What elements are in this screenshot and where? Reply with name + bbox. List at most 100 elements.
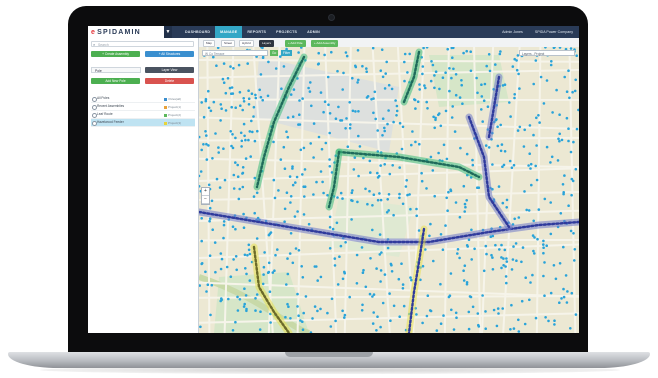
pole-marker <box>343 313 347 317</box>
pole-marker <box>358 145 362 148</box>
pole-marker <box>343 270 346 274</box>
pole-marker <box>312 156 315 159</box>
pole-marker <box>217 151 220 154</box>
map-view[interactable]: W Co Terrace Go Filter Layers - Project … <box>199 47 579 333</box>
layer-color-swatch <box>163 105 167 109</box>
map-toolbar-chip[interactable]: + Add Assembly <box>311 40 339 47</box>
pole-marker <box>491 163 494 166</box>
logo-mark-icon: e <box>91 28 97 36</box>
pole-marker <box>242 122 246 126</box>
pole-marker <box>336 283 340 286</box>
nav-tab-admin[interactable]: ADMIN <box>302 26 325 38</box>
pole-marker <box>300 265 303 268</box>
search-input[interactable]: ⌕ Search <box>91 41 194 47</box>
layer-list-item[interactable]: Leaf Route Project(2) <box>91 111 195 119</box>
pole-marker <box>374 117 377 121</box>
pole-marker <box>285 191 289 194</box>
app-logo[interactable]: e SPIDAMIN <box>88 26 164 38</box>
layer-selector[interactable]: Pole <box>91 67 141 73</box>
pole-marker <box>373 90 377 94</box>
address-search-input[interactable]: W Co Terrace <box>202 50 268 56</box>
pole-marker <box>291 167 294 170</box>
pole-marker <box>421 72 424 76</box>
nav-tab-manage[interactable]: MANAGE <box>215 26 243 38</box>
pole-marker <box>416 100 420 103</box>
filter-button[interactable]: Filter <box>281 50 293 56</box>
pole-marker <box>476 91 479 95</box>
pole-marker <box>452 67 455 71</box>
map-toolbar-chip[interactable]: Map <box>203 40 215 47</box>
pole-marker <box>503 248 507 252</box>
pole-marker <box>547 319 550 323</box>
radio-icon[interactable] <box>92 97 97 102</box>
pole-marker <box>209 313 212 317</box>
pole-marker <box>268 232 272 236</box>
pole-marker <box>497 185 501 188</box>
map-toolbar-chip[interactable]: Street <box>221 40 236 47</box>
create-assembly-button[interactable]: + Create Assembly <box>91 51 140 57</box>
pole-marker <box>297 314 300 318</box>
radio-icon[interactable] <box>92 105 97 110</box>
pole-marker <box>215 64 218 67</box>
minus-icon[interactable]: − <box>202 196 209 204</box>
pole-marker <box>504 265 507 268</box>
user-menu[interactable]: Admin Jones <box>496 30 529 34</box>
pole-marker <box>482 269 486 273</box>
pole-marker <box>330 50 333 54</box>
pole-marker <box>455 316 458 320</box>
pole-marker <box>269 321 272 324</box>
layer-tag-text: Project(2) <box>167 113 181 117</box>
pole-marker <box>415 207 418 211</box>
radio-icon[interactable] <box>92 121 97 126</box>
pole-marker <box>406 71 409 74</box>
pole-marker <box>517 216 521 219</box>
pole-marker <box>390 87 394 91</box>
pole-marker <box>392 304 396 308</box>
nav-tab-dashboard[interactable]: DASHBOARD <box>180 26 215 38</box>
pole-marker <box>241 185 245 189</box>
pole-marker <box>529 281 532 284</box>
pole-marker <box>415 313 418 316</box>
nav-tab-reports[interactable]: REPORTS <box>242 26 271 38</box>
pole-marker <box>366 202 369 206</box>
pole-marker <box>434 70 438 73</box>
layer-list-item[interactable]: Recent Assemblies Project(1) <box>91 103 195 111</box>
pole-marker <box>398 166 401 169</box>
go-button[interactable]: Go <box>270 50 279 56</box>
layers-dropdown[interactable]: Layers - Project <box>519 50 575 56</box>
all-structures-button[interactable]: + All Structures <box>145 51 194 57</box>
pole-marker <box>421 264 425 268</box>
pole-marker <box>234 227 237 231</box>
nav-tab-projects[interactable]: PROJECTS <box>271 26 302 38</box>
pole-marker <box>222 62 226 65</box>
plus-icon[interactable]: + <box>202 188 209 196</box>
layer-view-dropdown[interactable]: Layer View <box>145 67 194 73</box>
radio-icon[interactable] <box>92 113 97 118</box>
chevron-down-icon[interactable]: ▼ <box>164 26 172 38</box>
pole-marker <box>291 115 295 118</box>
pole-marker <box>299 148 303 152</box>
pole-marker <box>259 95 263 99</box>
pole-marker <box>302 146 306 150</box>
map-toolbar-chip[interactable]: Hybrid <box>239 40 254 47</box>
layer-list-item[interactable]: All Poles Poles(all) <box>91 95 195 103</box>
pole-marker <box>418 142 421 146</box>
delete-button[interactable]: Delete <box>145 78 194 84</box>
layer-list-item[interactable]: Hazelwood Feeder Project(3) <box>91 119 195 127</box>
map-toolbar-chip[interactable]: + Add Pole <box>285 40 306 47</box>
pole-marker <box>313 305 317 308</box>
map-canvas[interactable] <box>199 47 579 333</box>
pole-marker <box>254 96 258 100</box>
company-menu[interactable]: SPIDA Power Company <box>529 30 579 34</box>
pole-marker <box>487 146 491 149</box>
pole-marker <box>229 130 232 133</box>
search-placeholder: Search <box>98 43 109 47</box>
pole-marker <box>317 62 320 65</box>
pole-marker <box>289 232 293 235</box>
pole-marker <box>345 54 349 58</box>
pole-marker <box>498 52 502 56</box>
add-new-button[interactable]: Add New Pole <box>91 78 140 84</box>
map-toolbar-chip[interactable]: Layers <box>259 40 275 47</box>
pole-marker <box>485 252 488 256</box>
pole-marker <box>236 175 240 178</box>
